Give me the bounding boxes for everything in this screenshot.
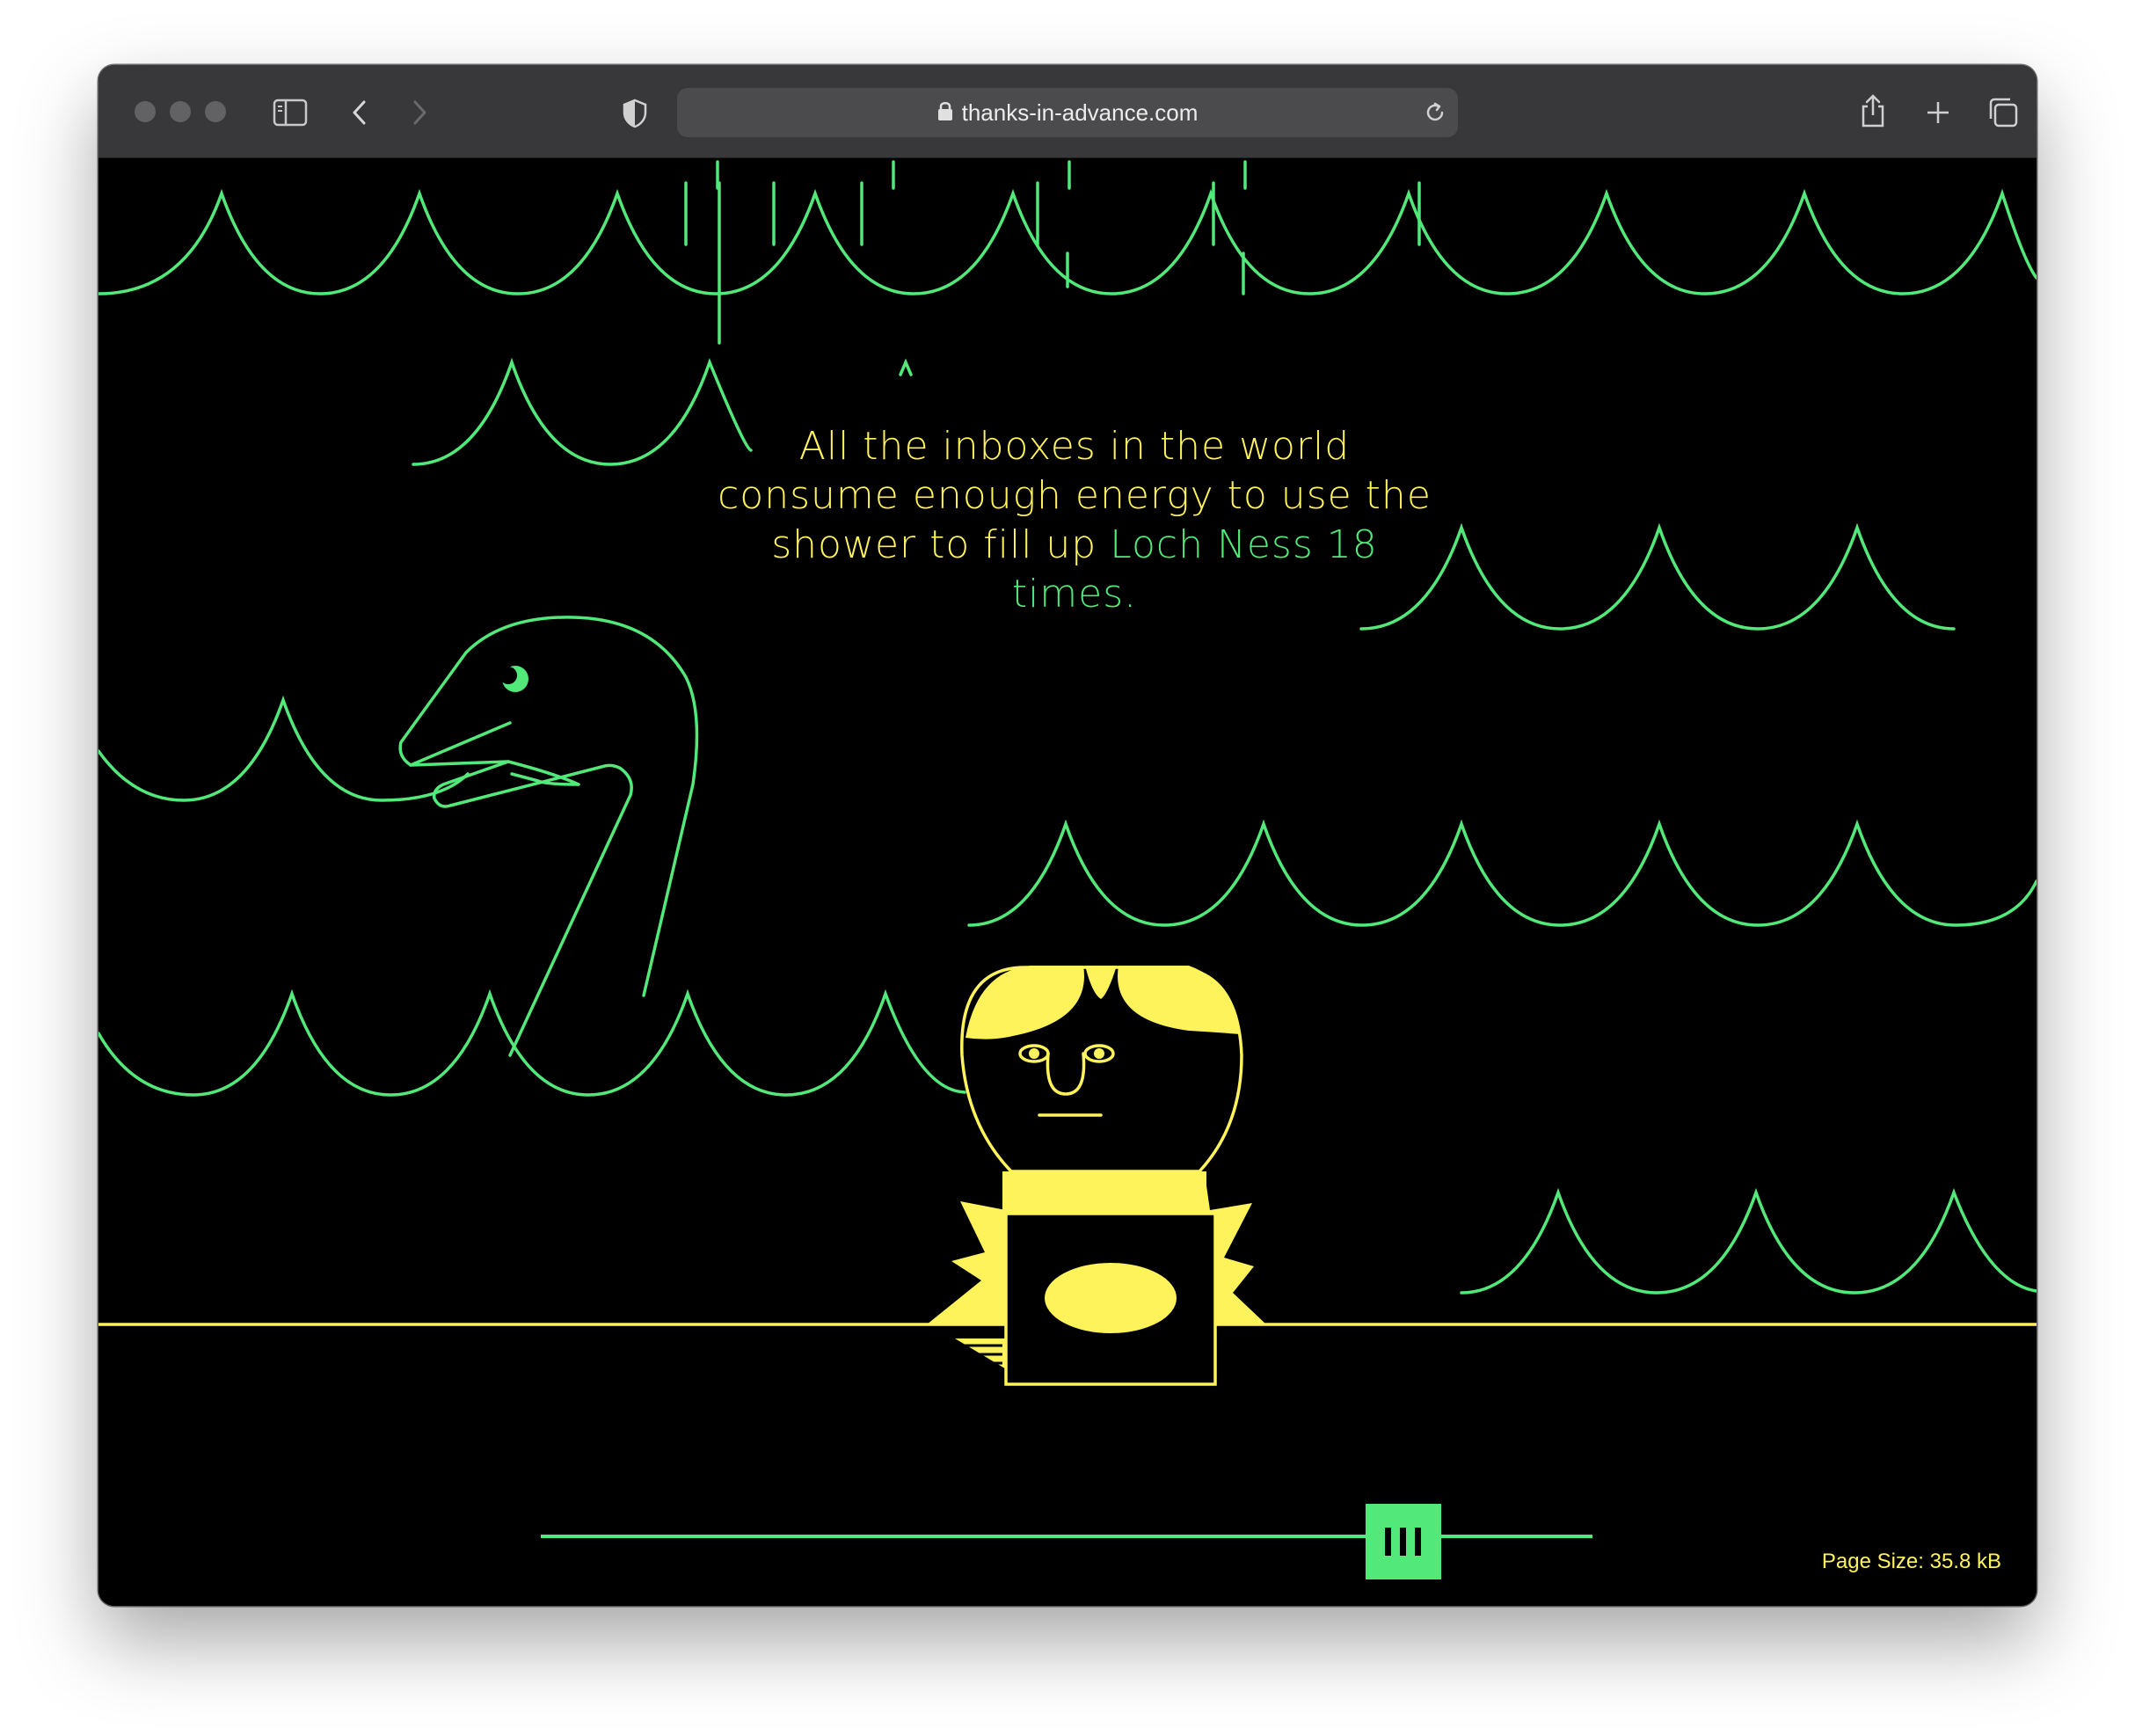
progress-slider-handle[interactable]	[1365, 1504, 1441, 1579]
browser-window: thanks-in-advance.com All the inboxes in…	[98, 65, 2037, 1606]
sidebar-icon[interactable]	[271, 97, 310, 128]
page-size-label: Page Size: 35.8 kB	[1821, 1550, 2001, 1573]
shield-icon[interactable]	[619, 97, 651, 130]
lock-icon	[937, 100, 953, 126]
wave-row-right-upper	[1359, 522, 1956, 631]
loch-ness-illustration	[98, 160, 2037, 1386]
reload-icon[interactable]	[1423, 100, 1447, 129]
wave-row-right-middle	[967, 819, 2037, 927]
grip-line-icon	[1400, 1528, 1407, 1556]
chevron-left-icon[interactable]	[346, 97, 373, 128]
address-bar[interactable]: thanks-in-advance.com	[677, 88, 1458, 137]
share-icon[interactable]	[1857, 91, 1889, 130]
wave-row-right-lower	[1460, 1187, 2037, 1295]
plus-icon[interactable]	[1922, 97, 1954, 128]
grip-line-icon	[1385, 1528, 1392, 1556]
grip-line-icon	[1415, 1528, 1422, 1556]
shower-streaks	[684, 160, 1421, 345]
chevron-right-icon[interactable]	[406, 97, 433, 128]
caption-end: .	[1124, 572, 1138, 616]
wave-row-upper-left	[412, 357, 753, 466]
person-figure	[927, 966, 1266, 1386]
monster-eye-icon	[499, 666, 528, 692]
tabs-overview-icon[interactable]	[1986, 95, 2021, 130]
url-text: thanks-in-advance.com	[961, 98, 1199, 126]
close-window-button[interactable]	[135, 101, 156, 122]
minimize-window-button[interactable]	[170, 101, 191, 122]
page-content: All the inboxes in the world consume eno…	[98, 158, 2037, 1606]
browser-toolbar: thanks-in-advance.com	[98, 65, 2037, 158]
zoom-window-button[interactable]	[205, 101, 226, 122]
caption-text: All the inboxes in the world consume eno…	[705, 422, 1444, 619]
wave-row-left-middle	[98, 695, 470, 802]
loch-ness-monster	[398, 616, 699, 1057]
